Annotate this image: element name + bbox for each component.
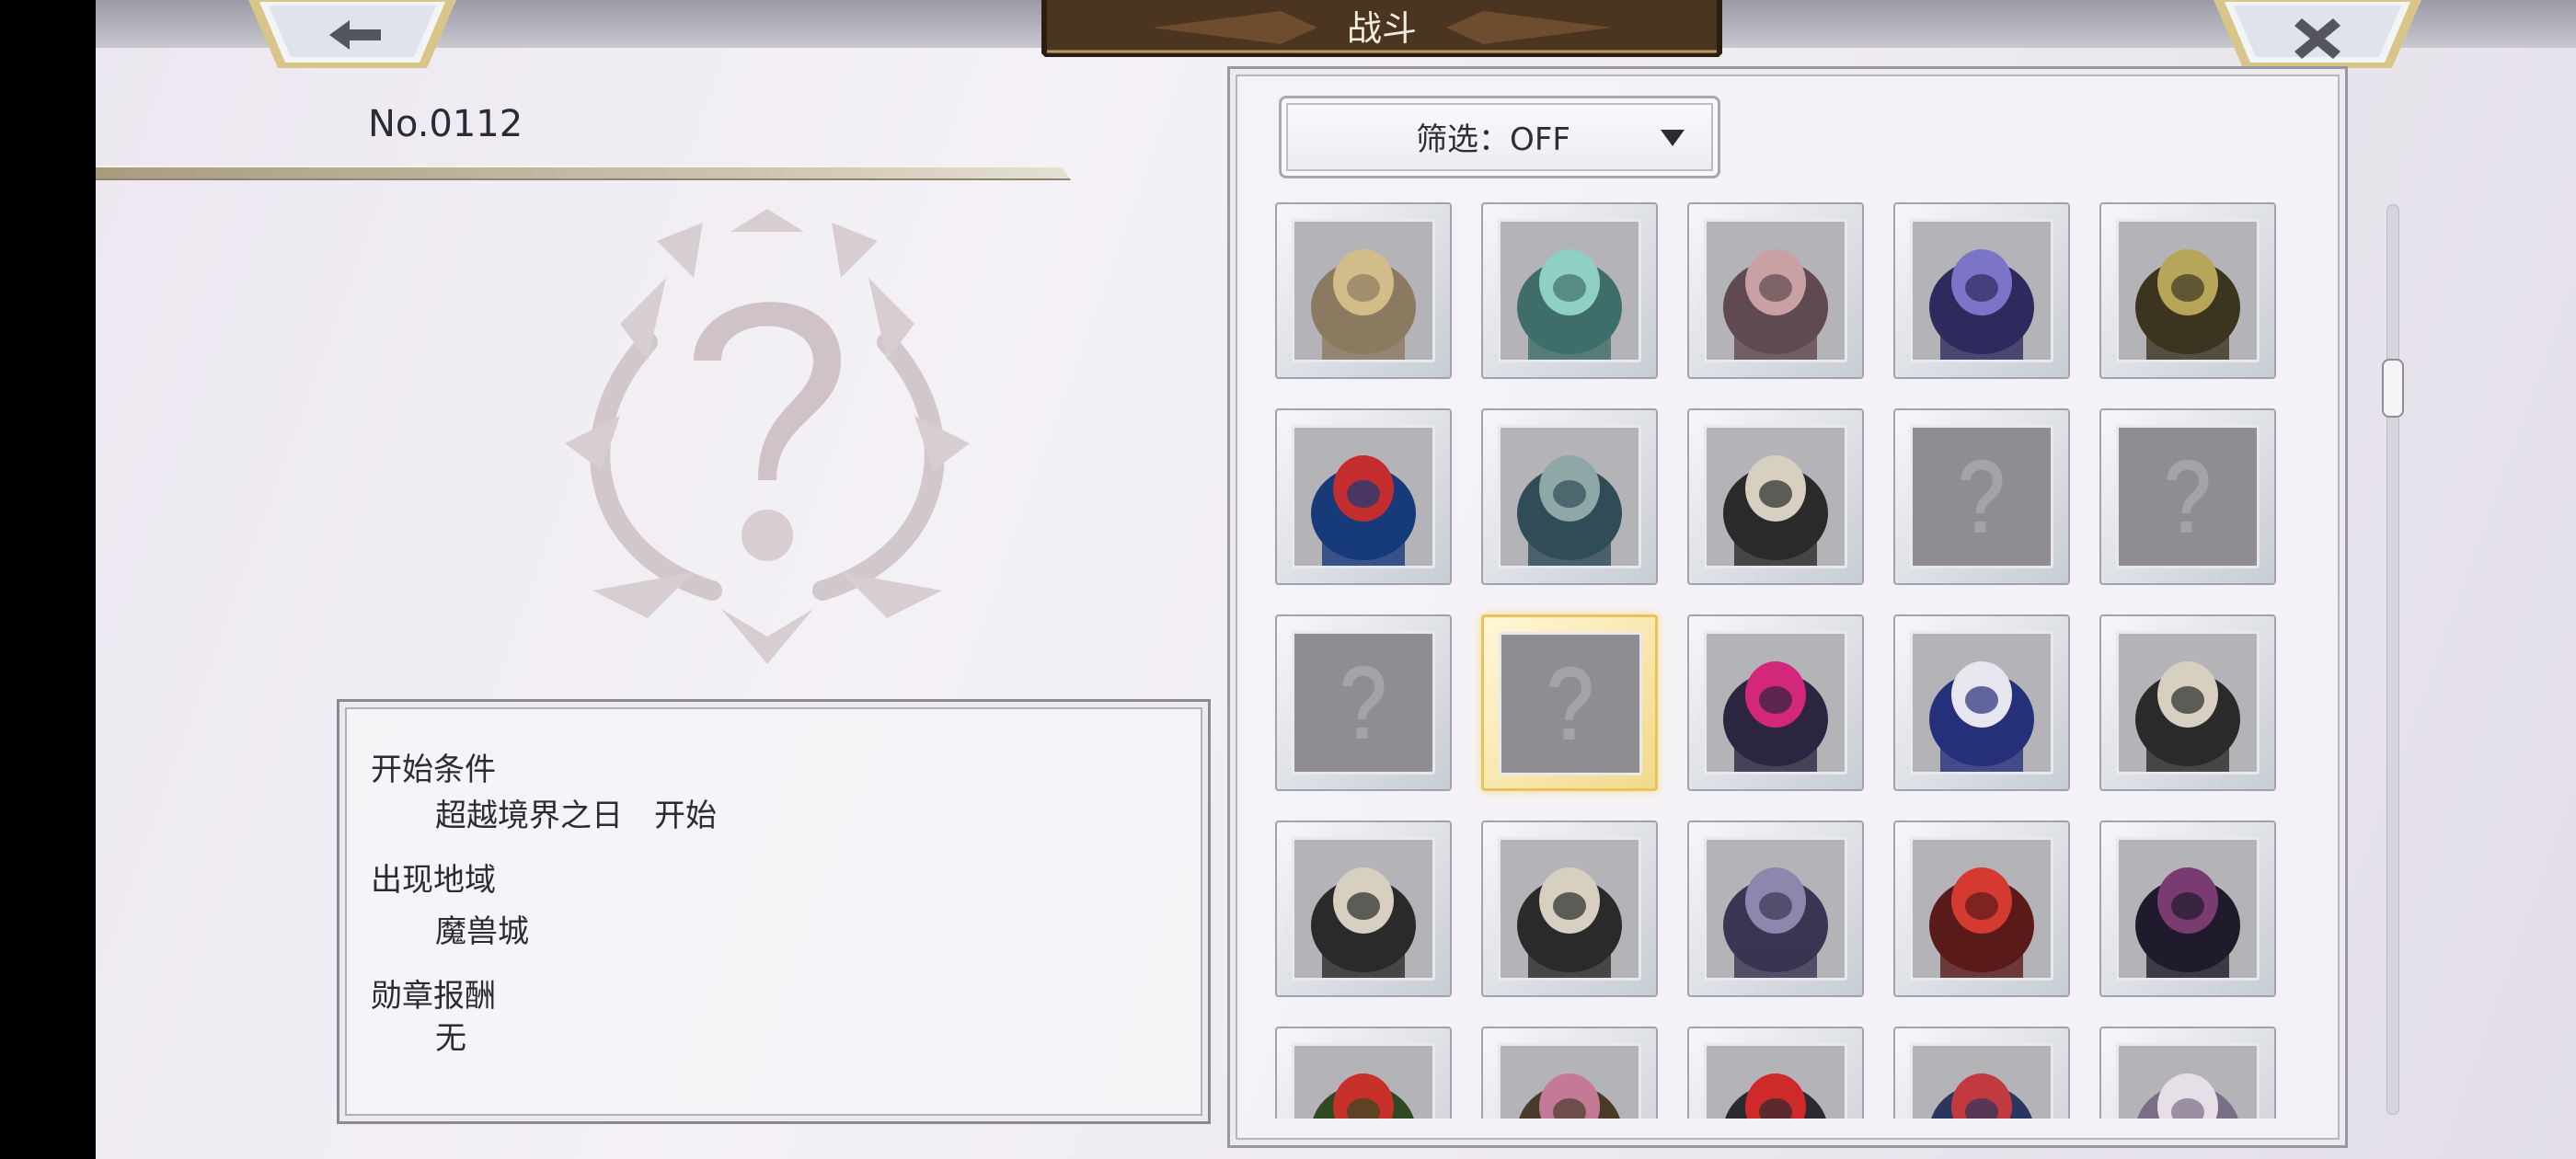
red-horned-demon-icon bbox=[1707, 1046, 1845, 1119]
unknown-monster-icon bbox=[2119, 428, 2257, 566]
helmed-fur-warrior-icon bbox=[1501, 840, 1639, 978]
monster-cell[interactable] bbox=[1275, 614, 1452, 791]
medal-reward-heading: 勋章报酬 bbox=[371, 978, 496, 1015]
monster-cell[interactable] bbox=[1893, 820, 2070, 997]
monster-cell[interactable] bbox=[1481, 820, 1658, 997]
monster-portrait-frame bbox=[1499, 632, 1642, 775]
monster-portrait-frame bbox=[1910, 837, 2053, 981]
purple-orb-creature-icon bbox=[1913, 222, 2051, 360]
monster-cell[interactable] bbox=[2099, 1027, 2276, 1119]
monster-portrait-frame bbox=[2116, 1043, 2260, 1119]
monster-cell[interactable] bbox=[1893, 1027, 2070, 1119]
monster-portrait-frame bbox=[1704, 219, 1847, 362]
monster-portrait-frame bbox=[1910, 631, 2053, 775]
monster-cell[interactable] bbox=[1481, 202, 1658, 379]
magenta-eye-bat-icon bbox=[1707, 634, 1845, 772]
unknown-monster-icon bbox=[1913, 428, 2051, 566]
monster-cell[interactable] bbox=[1687, 614, 1864, 791]
violet-dragon-icon bbox=[1707, 840, 1845, 978]
unknown-question-emblem-icon bbox=[565, 209, 970, 664]
monster-cell[interactable] bbox=[1687, 408, 1864, 585]
monster-portrait-frame bbox=[1292, 425, 1435, 568]
monster-portrait-frame bbox=[1292, 631, 1435, 775]
monster-cell[interactable] bbox=[2099, 820, 2276, 997]
arrow-left-icon bbox=[329, 20, 381, 50]
monster-portrait-frame bbox=[1704, 1043, 1847, 1119]
monster-cell[interactable] bbox=[1687, 1027, 1864, 1119]
monster-cell[interactable] bbox=[1687, 202, 1864, 379]
red-haired-knight-icon bbox=[1913, 1046, 2051, 1119]
monster-cell[interactable] bbox=[1893, 408, 2070, 585]
monster-grid bbox=[1266, 195, 2379, 1119]
gorgon-warrior-icon bbox=[1501, 428, 1639, 566]
monster-portrait-frame bbox=[1292, 1043, 1435, 1119]
back-button[interactable] bbox=[247, 0, 458, 70]
monster-portrait-frame bbox=[1704, 631, 1847, 775]
monster-cell[interactable] bbox=[2099, 408, 2276, 585]
monster-cell[interactable] bbox=[1275, 820, 1452, 997]
grid-scrollbar[interactable] bbox=[2382, 204, 2404, 1115]
info-panel: 开始条件 超越境界之日 开始 出现地域 魔兽城 勋章报酬 无 bbox=[337, 699, 1211, 1124]
page-title: 战斗 bbox=[1346, 8, 1417, 49]
monster-portrait-frame bbox=[1498, 425, 1641, 568]
monster-portrait-frame bbox=[1704, 837, 1847, 981]
monster-portrait-frame bbox=[2116, 425, 2260, 568]
olive-eye-mask-icon bbox=[2119, 222, 2257, 360]
start-condition-value: 超越境界之日 开始 bbox=[435, 798, 717, 834]
pearl-serpent-icon bbox=[2119, 1046, 2257, 1119]
monster-portrait-frame bbox=[1498, 837, 1641, 981]
monster-portrait-frame bbox=[2116, 837, 2260, 981]
unknown-monster-icon bbox=[1294, 634, 1432, 772]
appearance-region-value: 魔兽城 bbox=[435, 913, 529, 950]
monster-portrait-frame bbox=[2116, 631, 2260, 775]
monster-cell[interactable] bbox=[1481, 408, 1658, 585]
monster-portrait-frame bbox=[1910, 219, 2053, 362]
red-armored-warrior-icon bbox=[1913, 840, 2051, 978]
monster-portrait-frame bbox=[1910, 1043, 2053, 1119]
dark-winged-demon-icon bbox=[2119, 840, 2257, 978]
monster-portrait-frame bbox=[1910, 425, 2053, 568]
horned-beast-icon bbox=[1501, 1046, 1639, 1119]
screen: 战斗 No.0112 开始条件 超越境界之日 开始 出现地域 魔兽城 勋章报酬 … bbox=[96, 0, 2576, 1159]
close-icon bbox=[2294, 18, 2340, 59]
monster-cell[interactable] bbox=[1687, 820, 1864, 997]
appearance-region-heading: 出现地域 bbox=[371, 862, 496, 899]
ring-staff-icon bbox=[1707, 222, 1845, 360]
helmed-fur-warrior-icon bbox=[2119, 634, 2257, 772]
monster-portrait-frame bbox=[1704, 425, 1847, 568]
helmed-fur-warrior-icon bbox=[1294, 840, 1432, 978]
monster-cell[interactable] bbox=[2099, 202, 2276, 379]
monster-number: No.0112 bbox=[368, 103, 523, 145]
monster-cell[interactable] bbox=[1481, 1027, 1658, 1119]
monster-cell[interactable] bbox=[1275, 1027, 1452, 1119]
monster-cell[interactable] bbox=[1275, 202, 1452, 379]
monster-portrait-frame bbox=[1292, 837, 1435, 981]
blue-horned-dragon-icon bbox=[1294, 428, 1432, 566]
unknown-monster-icon bbox=[1501, 635, 1639, 773]
teal-crystal-shard-icon bbox=[1501, 222, 1639, 360]
monster-portrait-frame bbox=[1498, 1043, 1641, 1119]
monster-cell[interactable] bbox=[1893, 202, 2070, 379]
green-orc-icon bbox=[1294, 1046, 1432, 1119]
monster-portrait-frame bbox=[1498, 219, 1641, 362]
gold-horned-knight-icon bbox=[1294, 222, 1432, 360]
monster-portrait-frame bbox=[1292, 219, 1435, 362]
helmed-fur-warrior-icon bbox=[1707, 428, 1845, 566]
monster-portrait-frame bbox=[2116, 219, 2260, 362]
monster-cell[interactable] bbox=[2099, 614, 2276, 791]
filter-dropdown[interactable]: 筛选：OFF bbox=[1279, 96, 1720, 178]
medal-reward-value: 无 bbox=[435, 1020, 466, 1057]
monster-cell[interactable] bbox=[1275, 408, 1452, 585]
hooded-blue-ninja-icon bbox=[1913, 634, 2051, 772]
start-condition-heading: 开始条件 bbox=[371, 752, 496, 788]
monster-cell[interactable] bbox=[1481, 614, 1658, 791]
number-divider bbox=[96, 166, 1071, 180]
grid-scroll-thumb[interactable] bbox=[2382, 359, 2404, 418]
monster-cell[interactable] bbox=[1893, 614, 2070, 791]
dropdown-triangle-icon bbox=[1661, 130, 1685, 146]
filter-label: 筛选：OFF bbox=[1416, 121, 1570, 158]
page-title-banner: 战斗 bbox=[1041, 0, 1722, 57]
close-button[interactable] bbox=[2212, 0, 2423, 70]
